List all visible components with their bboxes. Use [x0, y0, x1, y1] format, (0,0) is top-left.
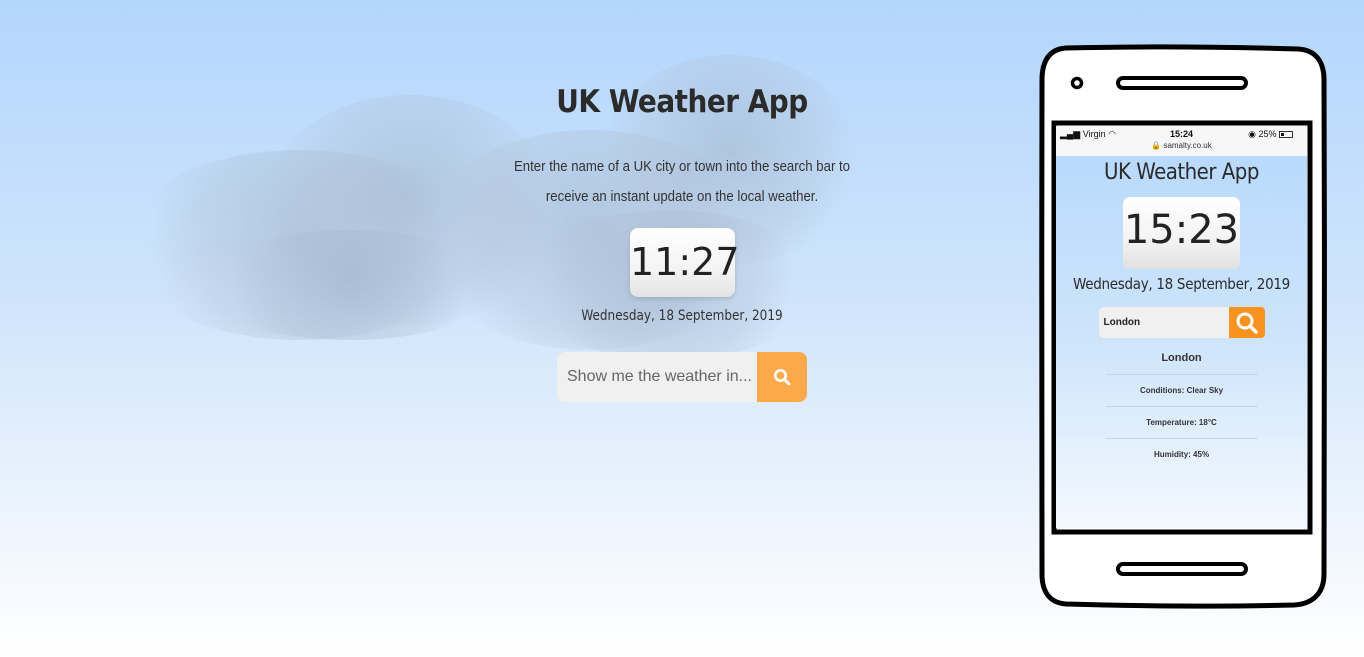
phone-app-title: UK Weather App [1104, 160, 1259, 185]
clock-display: 11:27 [630, 228, 740, 297]
date-display: Wednesday, 18 September, 2019 [581, 308, 783, 324]
phone-mockup: ▂▄▆ Virgin ◠ 15:24 ◉ 25% 🔒 samalty.co.uk… [1036, 44, 1328, 610]
status-battery: ◉ 25% [1248, 129, 1293, 140]
phone-search-button[interactable] [1228, 307, 1265, 338]
result-humidity: Humidity: 45% [1105, 438, 1258, 470]
lock-icon: 🔒 [1151, 141, 1162, 150]
search-button[interactable] [757, 352, 807, 402]
phone-clock: 15:23 [1123, 197, 1240, 269]
result-city: London [1161, 352, 1202, 364]
phone-status-bar: ▂▄▆ Virgin ◠ 15:24 ◉ 25% 🔒 samalty.co.uk [1056, 126, 1307, 156]
search-icon [1236, 312, 1258, 334]
search-form [557, 352, 807, 402]
status-url: 🔒 samalty.co.uk [1151, 141, 1212, 150]
phone-screen: ▂▄▆ Virgin ◠ 15:24 ◉ 25% 🔒 samalty.co.uk… [1056, 126, 1307, 528]
phone-search-input[interactable]: London [1098, 307, 1229, 338]
search-input[interactable] [557, 352, 757, 402]
alarm-icon: ◉ [1248, 129, 1256, 139]
battery-icon [1279, 131, 1293, 138]
phone-date: Wednesday, 18 September, 2019 [1073, 275, 1290, 293]
search-icon [774, 369, 791, 386]
phone-search: London [1098, 307, 1265, 338]
page-title: UK Weather App [556, 84, 808, 120]
result-temperature: Temperature: 18°C [1105, 406, 1258, 438]
intro-text: Enter the name of a UK city or town into… [513, 158, 851, 205]
result-conditions: Conditions: Clear Sky [1105, 374, 1258, 406]
